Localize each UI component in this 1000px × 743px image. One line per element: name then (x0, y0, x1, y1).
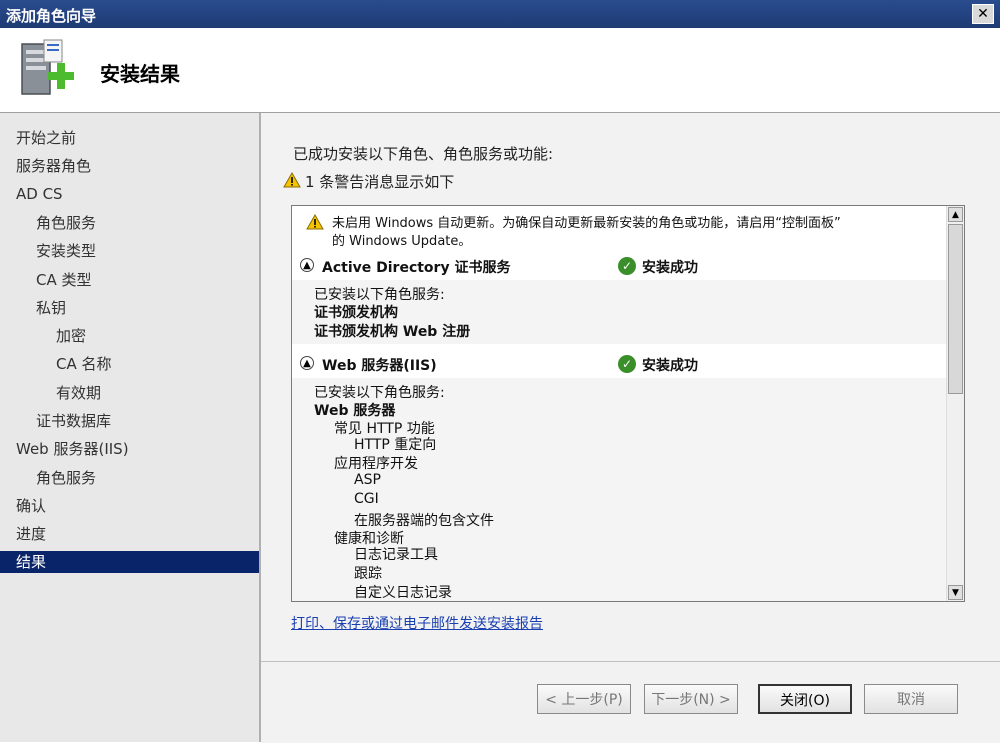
section-status: 安装成功 (642, 260, 698, 276)
previous-button[interactable]: < 上一步(P) (537, 684, 631, 714)
page-title: 安装结果 (100, 62, 180, 86)
section-body-ad-cs: 已安装以下角色服务: 证书颁发机构 证书颁发机构 Web 注册 (292, 280, 947, 344)
results-scrollbar[interactable]: ▲ ▼ (946, 206, 964, 601)
installed-item: 证书颁发机构 Web 注册 (314, 324, 471, 340)
warning-message-line1: 未启用 Windows 自动更新。为确保自动更新最新安装的角色或功能，请启用“控… (332, 216, 841, 231)
nav-item-iis-role-services[interactable]: 角色服务 (36, 467, 96, 489)
close-window-button[interactable]: ✕ (972, 4, 994, 24)
nav-item-certificate-database[interactable]: 证书数据库 (36, 410, 111, 432)
installed-item: Web 服务器 (314, 403, 396, 419)
close-button[interactable]: 关闭(O) (758, 684, 852, 714)
scroll-up-arrow-icon[interactable]: ▲ (948, 207, 963, 222)
installed-item: CGI (354, 491, 379, 507)
section-body-iis: 已安装以下角色服务: Web 服务器 常见 HTTP 功能 HTTP 重定向 应… (292, 378, 947, 601)
installed-item: 证书颁发机构 (314, 305, 398, 321)
results-list[interactable]: 未启用 Windows 自动更新。为确保自动更新最新安装的角色或功能，请启用“控… (291, 205, 965, 602)
installed-item: 跟踪 (354, 566, 382, 582)
report-link[interactable]: 打印、保存或通过电子邮件发送安装报告 (291, 613, 543, 633)
installed-item: 日志记录工具 (354, 547, 438, 563)
section-name: Active Directory 证书服务 (322, 260, 511, 276)
installed-item: 自定义日志记录 (354, 585, 452, 601)
warning-icon (306, 214, 324, 230)
warning-count: 1 条警告消息显示如下 (283, 171, 455, 192)
nav-item-ad-cs[interactable]: AD CS (16, 183, 63, 205)
nav-item-role-services[interactable]: 角色服务 (36, 212, 96, 234)
warning-icon (283, 172, 301, 188)
nav-item-progress[interactable]: 进度 (16, 523, 46, 545)
warning-message-line2: 的 Windows Update。 (332, 234, 472, 249)
nav-item-validity-period[interactable]: 有效期 (56, 382, 101, 404)
success-check-icon: ✓ (618, 355, 636, 373)
nav-item-ca-name[interactable]: CA 名称 (56, 353, 112, 375)
collapse-icon[interactable]: ▲ (300, 258, 314, 272)
installed-item: 在服务器端的包含文件 (354, 513, 494, 529)
main-content: 已成功安装以下角色、角色服务或功能: 1 条警告消息显示如下 未启用 Windo… (261, 113, 1000, 743)
server-add-icon (21, 39, 74, 95)
scroll-down-arrow-icon[interactable]: ▼ (948, 585, 963, 600)
collapse-icon[interactable]: ▲ (300, 356, 314, 370)
nav-item-server-roles[interactable]: 服务器角色 (16, 155, 91, 177)
nav-item-web-server-iis[interactable]: Web 服务器(IIS) (16, 438, 129, 460)
section-name: Web 服务器(IIS) (322, 358, 437, 374)
window-title-bar: 添加角色向导 ✕ (0, 0, 1000, 28)
wizard-step-nav: 开始之前 服务器角色 AD CS 角色服务 安装类型 CA 类型 私钥 加密 C… (0, 113, 261, 742)
nav-item-private-key[interactable]: 私钥 (36, 297, 66, 319)
warning-count-text: 1 条警告消息显示如下 (305, 173, 455, 191)
section-status: 安装成功 (642, 358, 698, 374)
wizard-header: 安装结果 (0, 28, 1000, 113)
nav-item-setup-type[interactable]: 安装类型 (36, 240, 96, 262)
window-title: 添加角色向导 (6, 7, 97, 25)
nav-item-results[interactable]: 结果 (0, 551, 259, 573)
section-header-iis: ▲ Web 服务器(IIS) ✓ 安装成功 (292, 350, 947, 378)
nav-item-before-you-begin[interactable]: 开始之前 (16, 127, 76, 149)
success-check-icon: ✓ (618, 257, 636, 275)
installed-intro: 已安装以下角色服务: (314, 287, 445, 303)
nav-item-cryptography[interactable]: 加密 (56, 325, 86, 347)
installed-item: HTTP 重定向 (354, 437, 437, 453)
section-header-ad-cs: ▲ Active Directory 证书服务 ✓ 安装成功 (292, 252, 947, 280)
nav-item-confirmation[interactable]: 确认 (16, 495, 46, 517)
success-intro-text: 已成功安装以下角色、角色服务或功能: (293, 145, 554, 163)
next-button[interactable]: 下一步(N) > (644, 684, 738, 714)
installed-intro: 已安装以下角色服务: (314, 385, 445, 401)
button-bar: < 上一步(P) 下一步(N) > 关闭(O) 取消 (261, 661, 1000, 743)
installed-item: 应用程序开发 (334, 456, 418, 472)
scrollbar-thumb[interactable] (948, 224, 963, 394)
cancel-button[interactable]: 取消 (864, 684, 958, 714)
installed-item: ASP (354, 472, 381, 488)
nav-item-ca-type[interactable]: CA 类型 (36, 269, 92, 291)
